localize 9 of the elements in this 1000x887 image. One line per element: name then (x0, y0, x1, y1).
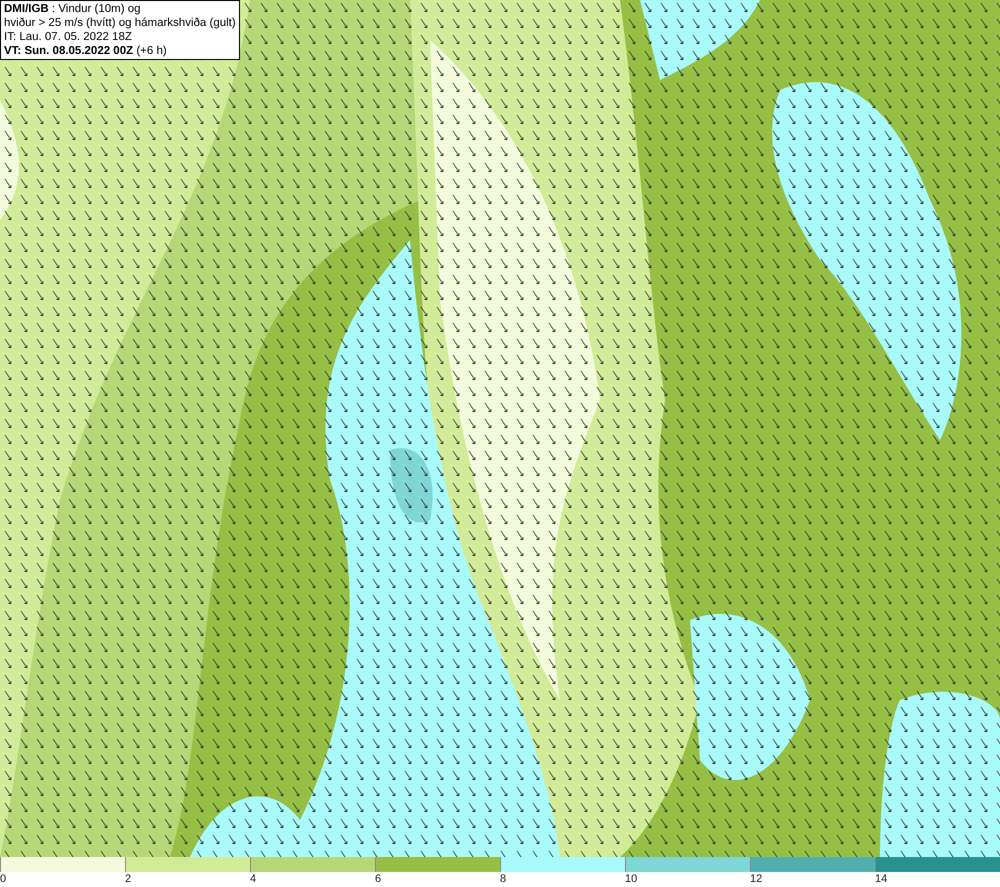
legend-tick-label: 8 (500, 872, 506, 887)
legend-tick-label: 2 (125, 872, 132, 887)
info-box-text: DMI/IGB : Vindur (10m) og hviður > 25 m/s (hvítt) og hámarkshviða (gult) IT: Lau. 07. 05. 2022 18Z VT: Sun. 08.05.2022 00Z (+6 h) (4, 2, 236, 58)
legend-tick-label: 0 (0, 872, 6, 887)
legend-tick-label: 6 (375, 872, 382, 887)
legend-tick-label: 14 (875, 872, 888, 887)
legend-tick-label: 4 (250, 872, 256, 887)
legend-tick-label: 12 (750, 872, 762, 887)
legend-tick-label: 10 (625, 872, 638, 887)
